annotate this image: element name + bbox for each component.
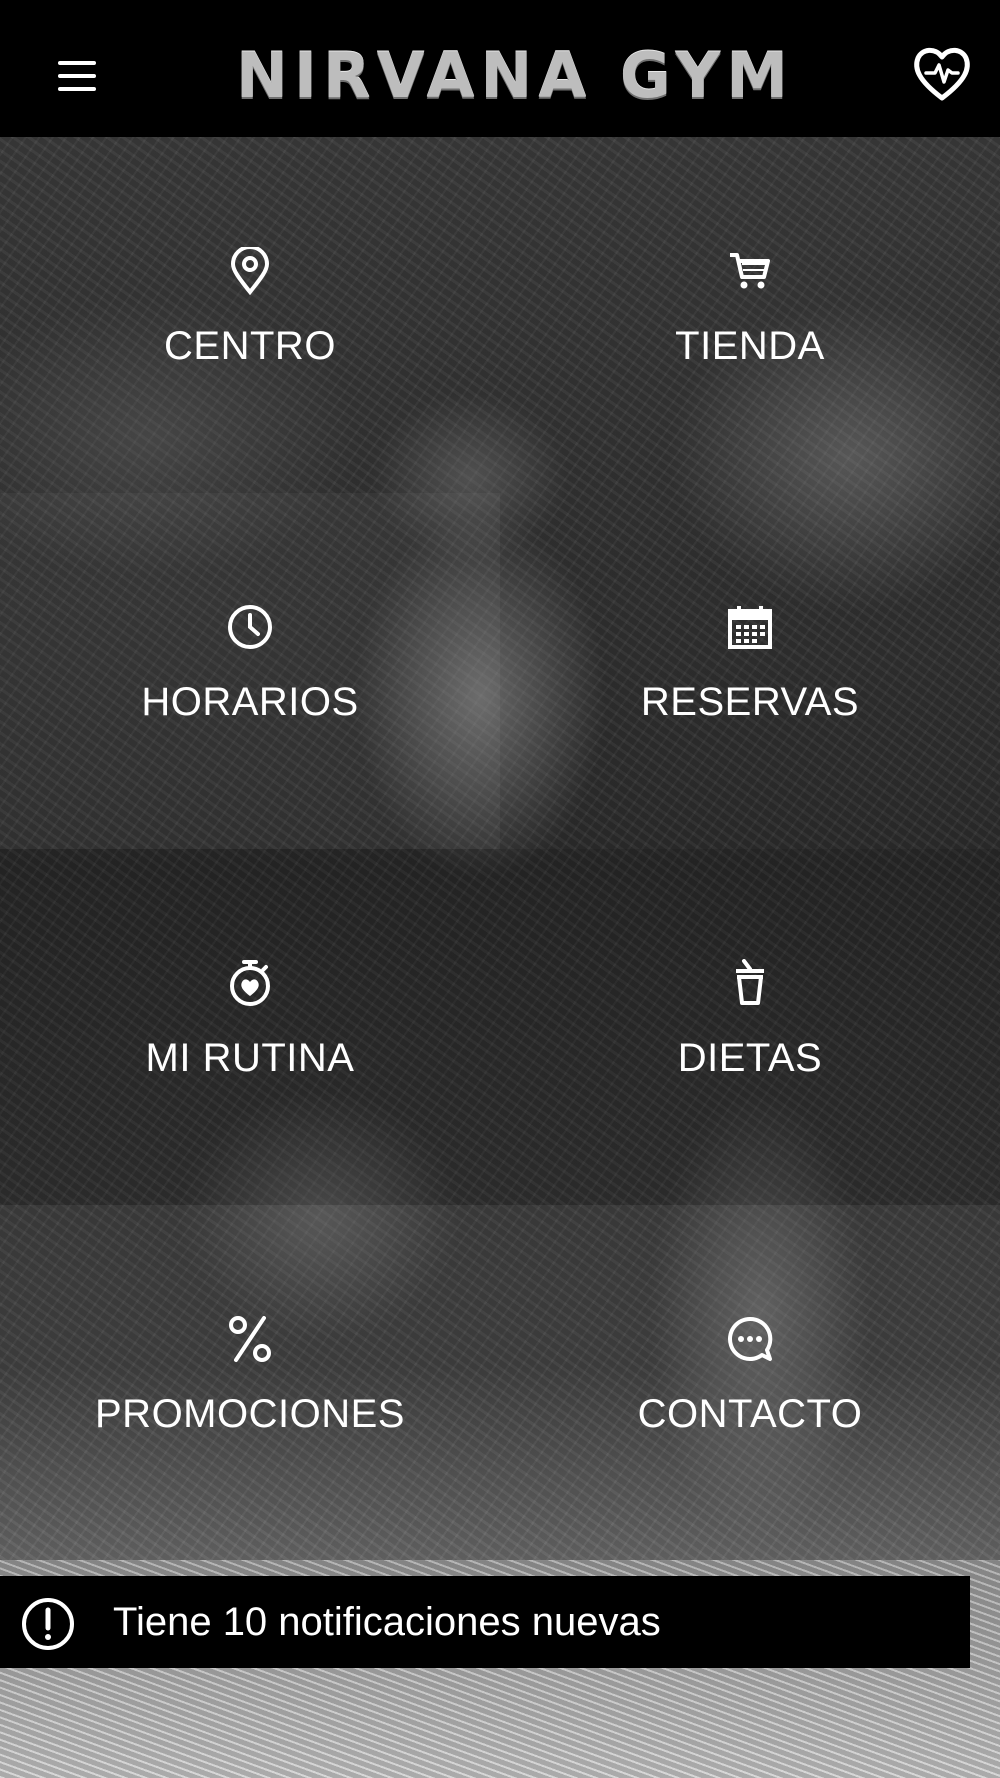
percent-icon [229,1316,271,1362]
tile-promociones[interactable]: PROMOCIONES [0,1205,500,1561]
health-button[interactable] [910,42,974,106]
tile-label: MI RUTINA [145,1036,355,1080]
tile-reservas[interactable]: RESERVAS [500,493,1000,849]
tile-label: PROMOCIONES [95,1392,405,1436]
alert-circle-icon [22,1598,74,1650]
hamburger-menu-icon-line [58,87,96,91]
tile-centro[interactable]: CENTRO [0,137,500,493]
tile-dietas[interactable]: DIETAS [500,849,1000,1205]
heart-pulse-icon [914,47,970,101]
tile-horarios[interactable]: HORARIOS [0,493,500,849]
tile-contacto[interactable]: CONTACTO [500,1205,1000,1561]
hamburger-menu-icon-line [58,74,96,78]
tile-label: RESERVAS [640,680,860,724]
tile-tienda[interactable]: TIENDA [500,137,1000,493]
tile-label: HORARIOS [141,680,359,724]
notification-text: Tiene 10 notificaciones nuevas [113,1600,661,1644]
drink-cup-icon [736,959,764,1005]
menu-grid: CENTRO TIENDA HORARIOS RESERVAS MI RUTIN… [0,137,1000,1561]
menu-button[interactable] [50,55,104,99]
app-header: NIRVANA GYM [0,0,1000,137]
calendar-icon [728,606,772,649]
notification-bar[interactable]: Tiene 10 notificaciones nuevas [0,1576,970,1668]
hamburger-menu-icon [58,61,96,65]
chat-bubble-icon [728,1316,773,1361]
tile-label: CENTRO [164,324,336,368]
tile-label: TIENDA [675,324,825,368]
tile-mi-rutina[interactable]: MI RUTINA [0,849,500,1205]
tile-label: DIETAS [677,1036,823,1080]
stopwatch-heart-icon [230,960,270,1006]
clock-icon [228,605,272,649]
tile-label: CONTACTO [637,1392,863,1436]
location-pin-icon [230,247,270,295]
app-title: NIRVANA GYM [235,39,795,112]
shopping-cart-icon [730,253,770,289]
